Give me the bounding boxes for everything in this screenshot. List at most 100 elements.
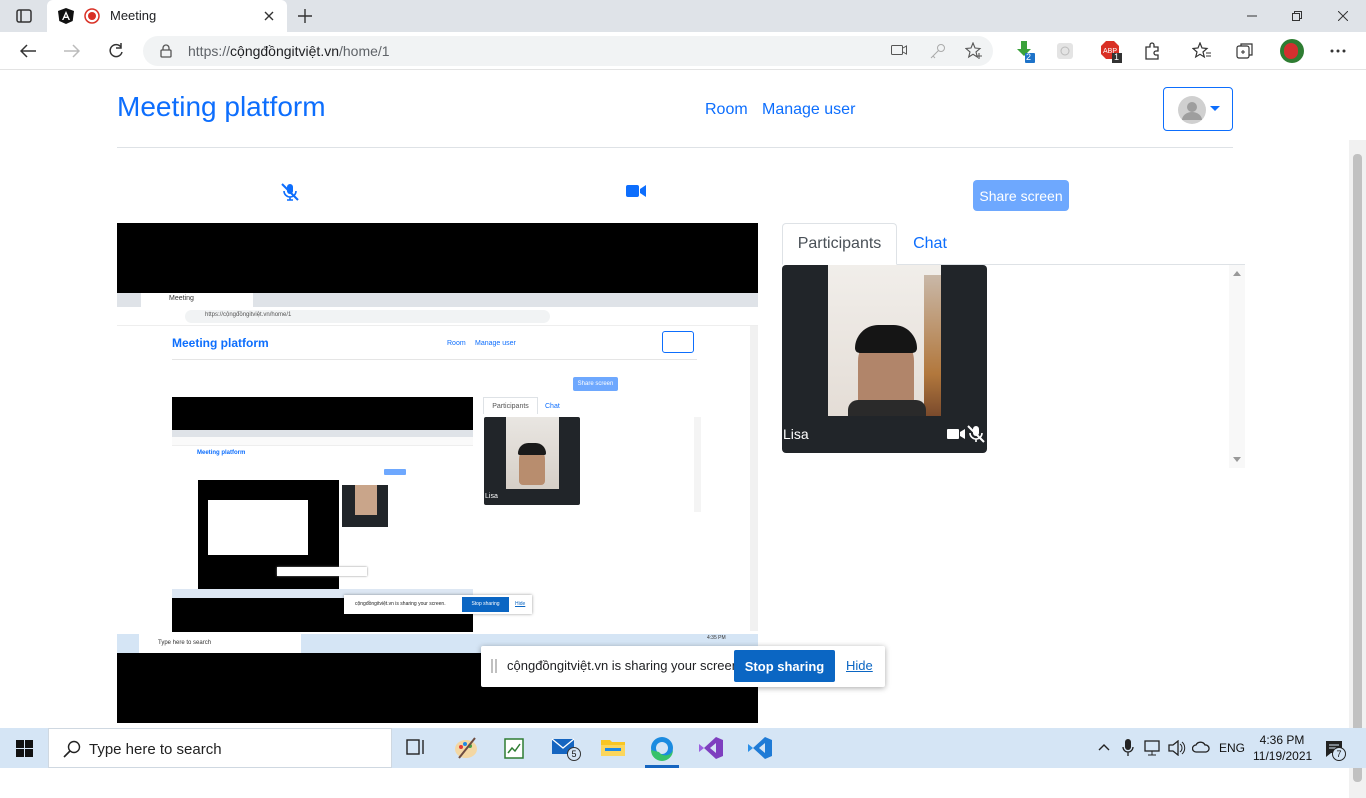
language-indicator[interactable]: ENG [1219,741,1245,755]
mirrored-screen: Meeting https://cộngđồngitviệt.vn/home/1… [117,293,758,651]
page-content: Meeting platform Room Manage user Share … [0,70,1366,798]
participants-scrollbar[interactable] [1229,265,1245,468]
vscode-icon[interactable] [747,736,773,760]
brand-title[interactable]: Meeting platform [117,91,326,123]
adblock-extension-icon[interactable]: ABP 1 [1100,41,1124,63]
share-screen-button[interactable]: Share screen [973,180,1069,211]
participant-mic-muted-icon [967,425,985,443]
close-tab-icon[interactable] [261,8,277,24]
screen-share-notice: cộngđồngitviệt.vn is sharing your screen… [481,646,885,687]
mirror-taskbar-search: Type here to search [158,640,212,646]
participant-tile[interactable]: Lisa [782,265,987,453]
onedrive-tray-icon[interactable] [1192,741,1210,753]
address-bar: https://cộngđồngitviệt.vn/home/1 2 ABP 1 [0,32,1366,70]
side-tabs: Participants Chat [782,223,1245,265]
mirror-share-button: Share screen [573,377,618,391]
mirror-notice-hide: Hide [515,601,526,607]
mirror-tab-bar: Meeting [117,293,758,307]
user-avatar-icon [1178,96,1206,124]
mirror-url: https://cộngđồngitviệt.vn/home/1 [205,312,292,318]
mirror-nav-room: Room [447,340,466,347]
mirror-tab-title: Meeting [169,295,194,302]
task-view-icon[interactable] [404,736,430,760]
browser-tab-bar: Meeting [0,0,1366,32]
adblock-badge-count: 1 [1114,52,1120,62]
scroll-up-icon[interactable] [1233,271,1241,276]
mirror-nested-screen: Meeting platform [172,430,473,598]
mirror-address-bar: https://cộngđồngitviệt.vn/home/1 [117,307,758,326]
mail-app-icon[interactable]: 5 [551,736,581,761]
page-scroll-thumb[interactable] [1353,154,1362,782]
volume-tray-icon[interactable] [1168,740,1186,756]
tab-title: Meeting [110,8,157,23]
page-scrollbar[interactable] [1349,140,1366,798]
mirror-brand: Meeting platform [172,336,269,350]
mirror-nav-manage-user: Manage user [475,340,516,347]
taskbar-clock[interactable]: 4:36 PM 11/19/2021 [1253,732,1313,764]
mirror-share-notice: cộngđồngitviệt.vn is sharing your screen… [344,595,532,614]
notepad-app-icon[interactable] [502,736,528,760]
participant-camera-icon [947,428,965,440]
camera-permission-icon[interactable] [891,44,907,56]
clock-date: 11/19/2021 [1253,749,1313,763]
network-tray-icon[interactable] [1144,740,1162,756]
extension-grey-icon[interactable] [1057,43,1073,59]
stop-sharing-button[interactable]: Stop sharing [734,650,835,682]
windows-taskbar: Type here to search 5 ENG 4:36 PM 11/19/… [0,728,1366,768]
mirror-notice-stop: Stop sharing [462,597,509,612]
notification-center-icon[interactable]: 7 [1325,740,1346,761]
mirror-taskbar-time: 4:35 PM [707,635,726,641]
share-notice-message: cộngđồngitviệt.vn is sharing your screen… [507,658,743,673]
scroll-down-icon[interactable] [1233,457,1241,462]
user-dropdown[interactable] [1163,87,1233,131]
edge-browser-icon[interactable] [645,736,679,768]
nav-room-link[interactable]: Room [705,101,748,119]
more-options-icon[interactable] [1330,49,1346,53]
profile-avatar[interactable] [1280,39,1304,63]
mirror-participant-tile: Lisa [484,417,580,505]
browser-tab[interactable]: Meeting [47,0,287,32]
tab-participants[interactable]: Participants [782,223,897,265]
nav-manage-user-link[interactable]: Manage user [762,101,855,119]
microphone-muted-icon[interactable] [280,182,300,202]
paint-app-icon[interactable] [453,736,479,760]
angular-logo-icon [58,8,74,24]
new-tab-icon[interactable] [295,6,315,26]
download-extension-icon[interactable]: 2 [1014,41,1036,63]
favorites-icon[interactable] [1192,42,1212,60]
extension-badge-count: 2 [1026,52,1032,62]
add-favorite-icon[interactable] [965,42,983,60]
mirror-participant-name: Lisa [485,493,498,500]
url-field[interactable]: https://cộngđồngitviệt.vn/home/1 [143,36,993,66]
restore-icon[interactable] [1288,8,1306,24]
close-window-icon[interactable] [1334,8,1352,24]
reload-icon[interactable] [106,41,126,61]
extensions-puzzle-icon[interactable] [1143,42,1161,60]
key-icon[interactable] [930,43,946,59]
mail-badge: 5 [567,747,581,761]
windows-start-icon[interactable] [16,740,33,757]
nested-brand: Meeting platform [197,450,246,456]
taskbar-search-box[interactable]: Type here to search [48,728,392,768]
participant-video [828,265,941,416]
url-text: https://cộngđồngitviệt.vn/home/1 [188,43,390,59]
video-camera-icon[interactable] [626,184,646,198]
back-arrow-icon[interactable] [18,41,38,61]
mirror-tab-participants: Participants [483,397,538,414]
lock-icon[interactable] [160,44,172,58]
hide-notice-link[interactable]: Hide [846,658,873,673]
mirror-notice-message: cộngđồngitviệt.vn is sharing your screen… [355,601,446,607]
mirror-tab-chat: Chat [545,403,560,410]
drag-handle-icon[interactable] [491,659,497,673]
minimize-icon[interactable] [1243,8,1261,24]
clock-time: 4:36 PM [1259,733,1305,747]
collections-icon[interactable] [1236,42,1254,60]
search-icon [63,740,81,758]
chevron-down-icon [1210,106,1220,112]
visual-studio-icon[interactable] [698,736,724,760]
microphone-tray-icon[interactable] [1122,739,1134,757]
show-hidden-icons-chevron-icon[interactable] [1098,743,1110,751]
tab-chat[interactable]: Chat [900,223,960,265]
file-explorer-icon[interactable] [600,736,626,760]
tab-actions-icon[interactable] [14,7,34,25]
